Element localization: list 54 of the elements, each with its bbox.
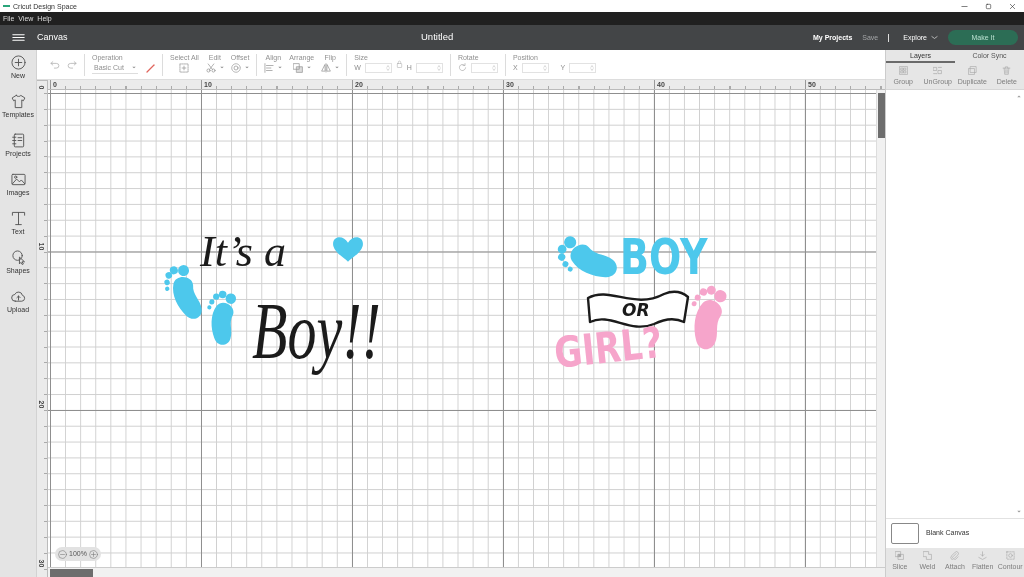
- scrollbar-thumb[interactable]: [878, 93, 885, 138]
- scrollbar-thumb[interactable]: [50, 569, 93, 577]
- notebook-icon: [10, 133, 26, 148]
- cloud-upload-icon: [10, 289, 26, 304]
- line-type-icon[interactable]: [146, 63, 155, 73]
- shapes-icon: [10, 250, 26, 265]
- minus-icon: [58, 549, 67, 559]
- undo-icon: [50, 59, 60, 69]
- trash-icon: [1002, 66, 1012, 75]
- slice-icon: [895, 551, 905, 560]
- menu-icon: [12, 33, 25, 42]
- chevron-down-icon: [931, 35, 938, 40]
- arrange-icon: [292, 62, 303, 73]
- letter-t-icon: [10, 211, 26, 226]
- duplicate-icon: [967, 66, 977, 75]
- flip-icon: [321, 62, 332, 73]
- caret-icon: [132, 66, 136, 69]
- tshirt-icon: [10, 94, 26, 109]
- design-text: OR: [622, 300, 650, 320]
- spinner-icon: [590, 64, 595, 71]
- scroll-down-icon[interactable]: [1017, 510, 1021, 513]
- image-icon: [10, 172, 26, 187]
- ungroup-icon: [933, 66, 943, 75]
- weld-icon: [922, 551, 932, 560]
- zoom-out-button[interactable]: [58, 549, 67, 559]
- spinner-icon: [491, 64, 496, 71]
- spinner-icon: [436, 64, 441, 71]
- horizontal-scrollbar[interactable]: [48, 567, 885, 577]
- plus-icon: [10, 55, 26, 70]
- maximize-icon: [984, 2, 992, 10]
- redo-icon: [67, 59, 77, 69]
- plus-icon: [88, 549, 98, 559]
- document-title: Untitled: [421, 30, 454, 45]
- design-text: Boy!!: [252, 285, 381, 376]
- close-icon: [1008, 2, 1016, 10]
- align-icon: [264, 62, 275, 73]
- vertical-scrollbar[interactable]: [876, 90, 885, 567]
- design-text: GIRL?: [551, 317, 665, 378]
- spinner-icon: [385, 64, 390, 71]
- rotate-icon: [457, 63, 467, 72]
- scroll-up-icon[interactable]: [1017, 95, 1021, 98]
- zoom-in-button[interactable]: [88, 549, 98, 559]
- section-title: Canvas: [37, 30, 68, 44]
- group-icon: [898, 66, 908, 75]
- design-text: It’s a: [200, 227, 286, 276]
- contour-icon: [1005, 551, 1015, 560]
- flatten-icon: [978, 551, 988, 560]
- layer-thumbnail: [891, 523, 919, 544]
- paperclip-icon: [950, 551, 960, 560]
- spinner-icon: [542, 64, 547, 71]
- scissors-icon: [205, 62, 216, 73]
- menu-button[interactable]: [12, 33, 25, 42]
- offset-icon: [231, 62, 242, 73]
- select-all-icon: [179, 62, 190, 73]
